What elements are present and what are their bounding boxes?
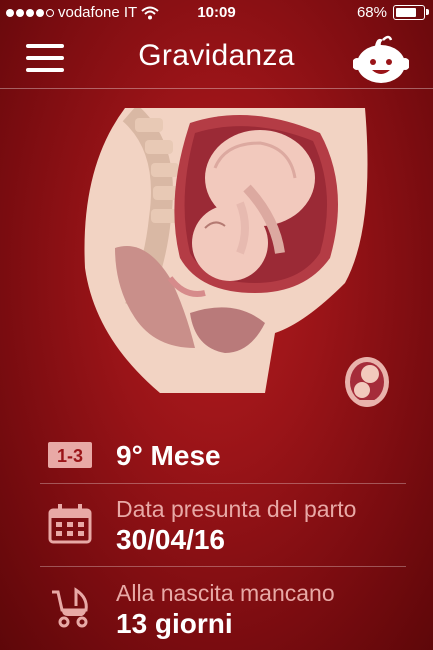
baby-face-icon bbox=[352, 35, 410, 83]
status-right: 68% bbox=[356, 4, 429, 21]
svg-text:1-3: 1-3 bbox=[57, 446, 83, 466]
baby-profile-button[interactable] bbox=[352, 34, 410, 84]
divider bbox=[40, 483, 406, 484]
nav-divider bbox=[0, 88, 433, 89]
status-bar: vodafone IT 10:09 68% bbox=[0, 0, 433, 26]
due-date-value: 30/04/16 bbox=[116, 524, 225, 555]
battery-percentage: 68% bbox=[356, 4, 387, 21]
countdown-label: Alla nascita mancano bbox=[116, 580, 335, 606]
due-date-label: Data presunta del parto bbox=[116, 496, 357, 522]
divider bbox=[40, 566, 406, 567]
nav-bar: Gravidanza bbox=[0, 26, 433, 88]
battery-icon bbox=[393, 5, 429, 20]
calendar-icon bbox=[48, 504, 92, 544]
fetus-thumbnail-button[interactable] bbox=[340, 352, 394, 412]
countdown-value: 13 giorni bbox=[116, 608, 233, 639]
month-value: 9° Mese bbox=[116, 440, 221, 471]
info-row-month: 1-3 9° Mese bbox=[0, 430, 433, 480]
pregnancy-cross-section-illustration bbox=[75, 104, 375, 393]
trimester-1-3-icon: 1-3 bbox=[48, 442, 92, 468]
stroller-icon bbox=[52, 587, 88, 628]
fetus-thumbnail-icon bbox=[345, 357, 389, 407]
info-row-due-date: Data presunta del parto 30/04/16 bbox=[0, 494, 433, 560]
info-row-countdown: Alla nascita mancano 13 giorni bbox=[0, 578, 433, 644]
